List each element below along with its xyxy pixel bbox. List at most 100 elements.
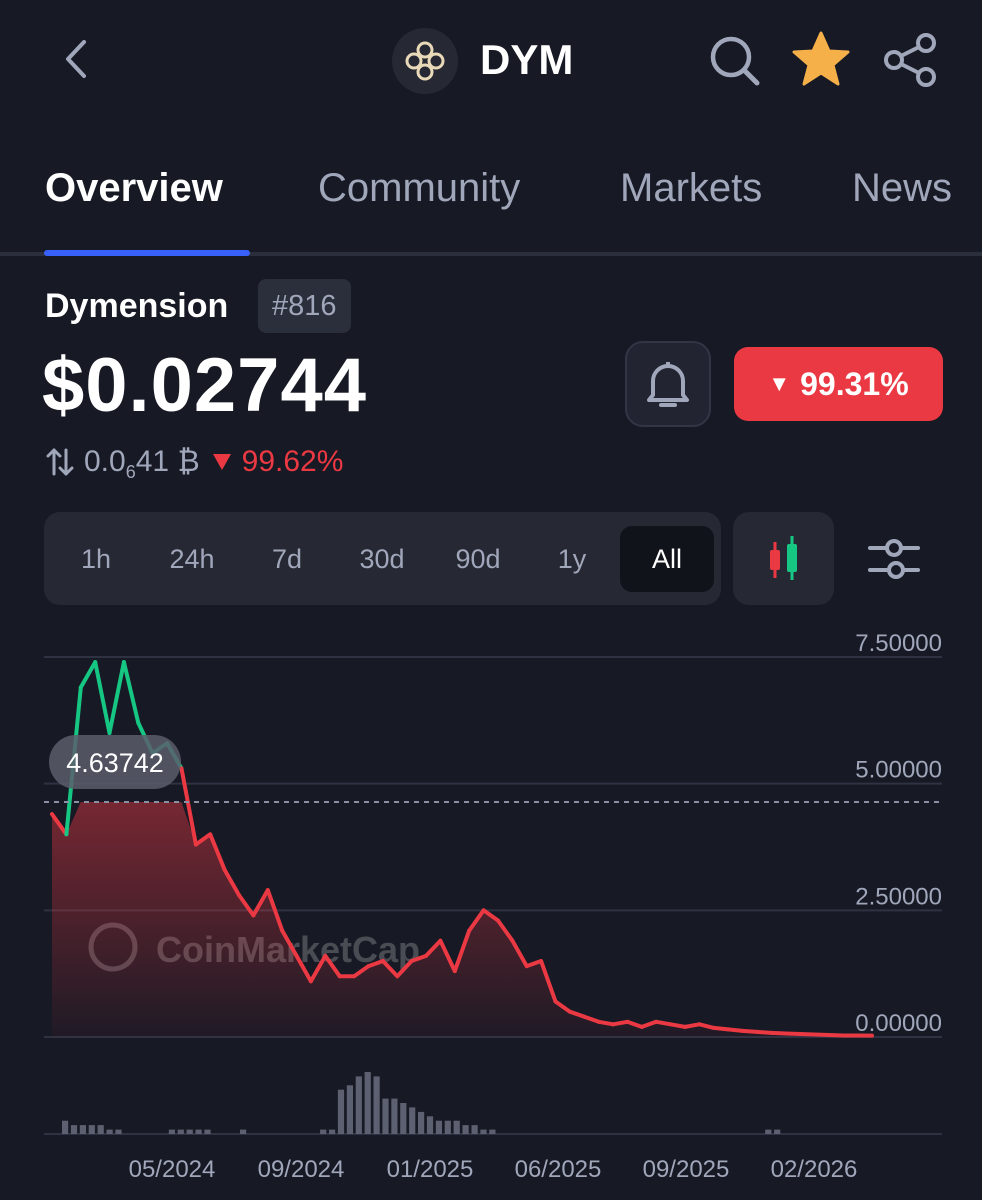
volume-bar: [400, 1103, 407, 1134]
bell-icon: [647, 362, 689, 407]
price-line-segment: [596, 1019, 616, 1027]
volume-bar: [444, 1120, 451, 1134]
volume-bar: [409, 1107, 416, 1134]
volume-bar: [489, 1129, 496, 1134]
btc-price-zero-count: 6: [125, 461, 136, 482]
volume-bar: [453, 1120, 460, 1134]
volume-bar: [391, 1098, 398, 1134]
price-line-segment: [93, 660, 112, 735]
back-icon: [66, 40, 86, 78]
btc-price-prefix: 0.0: [84, 445, 126, 478]
volume-bar: [373, 1076, 380, 1134]
x-tick-label: 09/2025: [643, 1156, 730, 1183]
price-chart[interactable]: 7.500005.000002.500000.00000 CoinMarketC…: [0, 620, 982, 1200]
chart-settings-button[interactable]: [862, 530, 926, 590]
volume-bar: [355, 1076, 362, 1134]
price-value: $0.02744: [42, 343, 367, 428]
volume-bar: [435, 1120, 442, 1134]
coin-logo: [392, 28, 458, 94]
x-tick-label: 05/2024: [129, 1156, 216, 1183]
rank-badge: #816: [258, 279, 351, 333]
volume-bar: [480, 1129, 487, 1134]
top-bar: DYM: [0, 0, 982, 120]
tab-bar: Overview Community Markets News: [0, 150, 982, 256]
volume-bar: [774, 1129, 781, 1134]
volume-bar: [88, 1125, 95, 1134]
volume-bar: [79, 1125, 86, 1134]
dymension-logo-icon: [405, 41, 445, 81]
volume-bar: [337, 1089, 345, 1134]
watchlist-star-button[interactable]: [790, 30, 850, 90]
volume-bar: [195, 1129, 202, 1134]
volume-bar: [177, 1129, 184, 1134]
area-fill: [52, 802, 872, 1037]
btc-price-row: 0.0 6 41 ₿ 99.62%: [44, 442, 343, 482]
range-all[interactable]: All: [620, 526, 714, 592]
reference-label: 4.63742: [66, 748, 164, 778]
price-line-segment: [812, 1032, 831, 1037]
x-tick-label: 02/2026: [771, 1156, 858, 1183]
candlestick-icon: [770, 536, 797, 580]
sliders-icon: [868, 539, 920, 579]
btc-change: 99.62%: [241, 445, 344, 478]
volume-bar: [329, 1129, 336, 1134]
down-triangle-icon: ▼: [768, 371, 791, 396]
coin-symbol: DYM: [480, 36, 574, 83]
x-tick-label: 01/2025: [387, 1156, 474, 1183]
range-1y[interactable]: 1y: [538, 526, 606, 592]
volume-bar: [320, 1129, 327, 1134]
price-line-segment: [107, 660, 126, 735]
search-icon: [710, 36, 760, 86]
range-7d[interactable]: 7d: [252, 526, 322, 592]
price-alert-button[interactable]: [625, 341, 711, 427]
price-line-segment: [798, 1032, 817, 1037]
back-button[interactable]: [52, 34, 102, 84]
y-tick-label: 0.00000: [855, 1010, 942, 1037]
price-change-value: 99.31%: [800, 365, 909, 402]
price-line-segment: [826, 1033, 846, 1038]
star-icon: [792, 31, 850, 86]
price-line-segment: [78, 660, 98, 690]
price-line-segment: [668, 1022, 687, 1029]
price-line-segment: [740, 1028, 759, 1034]
range-1h[interactable]: 1h: [64, 526, 128, 592]
volume-bar: [765, 1129, 772, 1134]
share-button[interactable]: [880, 30, 940, 90]
tab-news[interactable]: News: [852, 166, 952, 211]
price-line-segment: [654, 1019, 673, 1027]
price-line-segment: [711, 1025, 731, 1032]
time-range-selector: 1h 24h 7d 30d 90d 1y All: [44, 512, 721, 605]
search-button[interactable]: [704, 30, 764, 90]
y-tick-label: 7.50000: [855, 630, 942, 657]
range-90d[interactable]: 90d: [440, 526, 516, 592]
coin-name: Dymension: [45, 287, 229, 325]
volume-bar: [106, 1129, 113, 1134]
tab-community[interactable]: Community: [318, 166, 520, 211]
y-tick-label: 2.50000: [855, 883, 942, 910]
range-24h[interactable]: 24h: [156, 526, 228, 592]
volume-bar: [186, 1129, 193, 1134]
price-line-segment: [726, 1027, 745, 1033]
volume-bar: [346, 1085, 353, 1134]
down-triangle-icon: [212, 454, 231, 470]
volume-bar: [97, 1125, 104, 1134]
price-line-segment: [611, 1019, 630, 1027]
volume-bar: [240, 1129, 247, 1134]
range-30d[interactable]: 30d: [344, 526, 420, 592]
volume-bar: [62, 1120, 69, 1134]
x-tick-label: 09/2024: [258, 1156, 345, 1183]
btc-price-suffix: 41 ₿: [135, 445, 200, 478]
swap-arrows-icon: [46, 448, 74, 476]
price-line-segment: [683, 1022, 702, 1029]
active-tab-indicator: [44, 250, 250, 256]
share-icon: [884, 33, 936, 87]
x-tick-label: 06/2025: [515, 1156, 602, 1183]
tab-overview[interactable]: Overview: [45, 166, 223, 211]
price-line-segment: [769, 1030, 788, 1036]
price-line-segment: [754, 1029, 774, 1035]
volume-bar: [115, 1129, 122, 1134]
candlestick-toggle-button[interactable]: [733, 512, 834, 605]
volume-bar: [462, 1125, 469, 1134]
volume-bar: [204, 1129, 211, 1134]
tab-markets[interactable]: Markets: [620, 166, 762, 211]
